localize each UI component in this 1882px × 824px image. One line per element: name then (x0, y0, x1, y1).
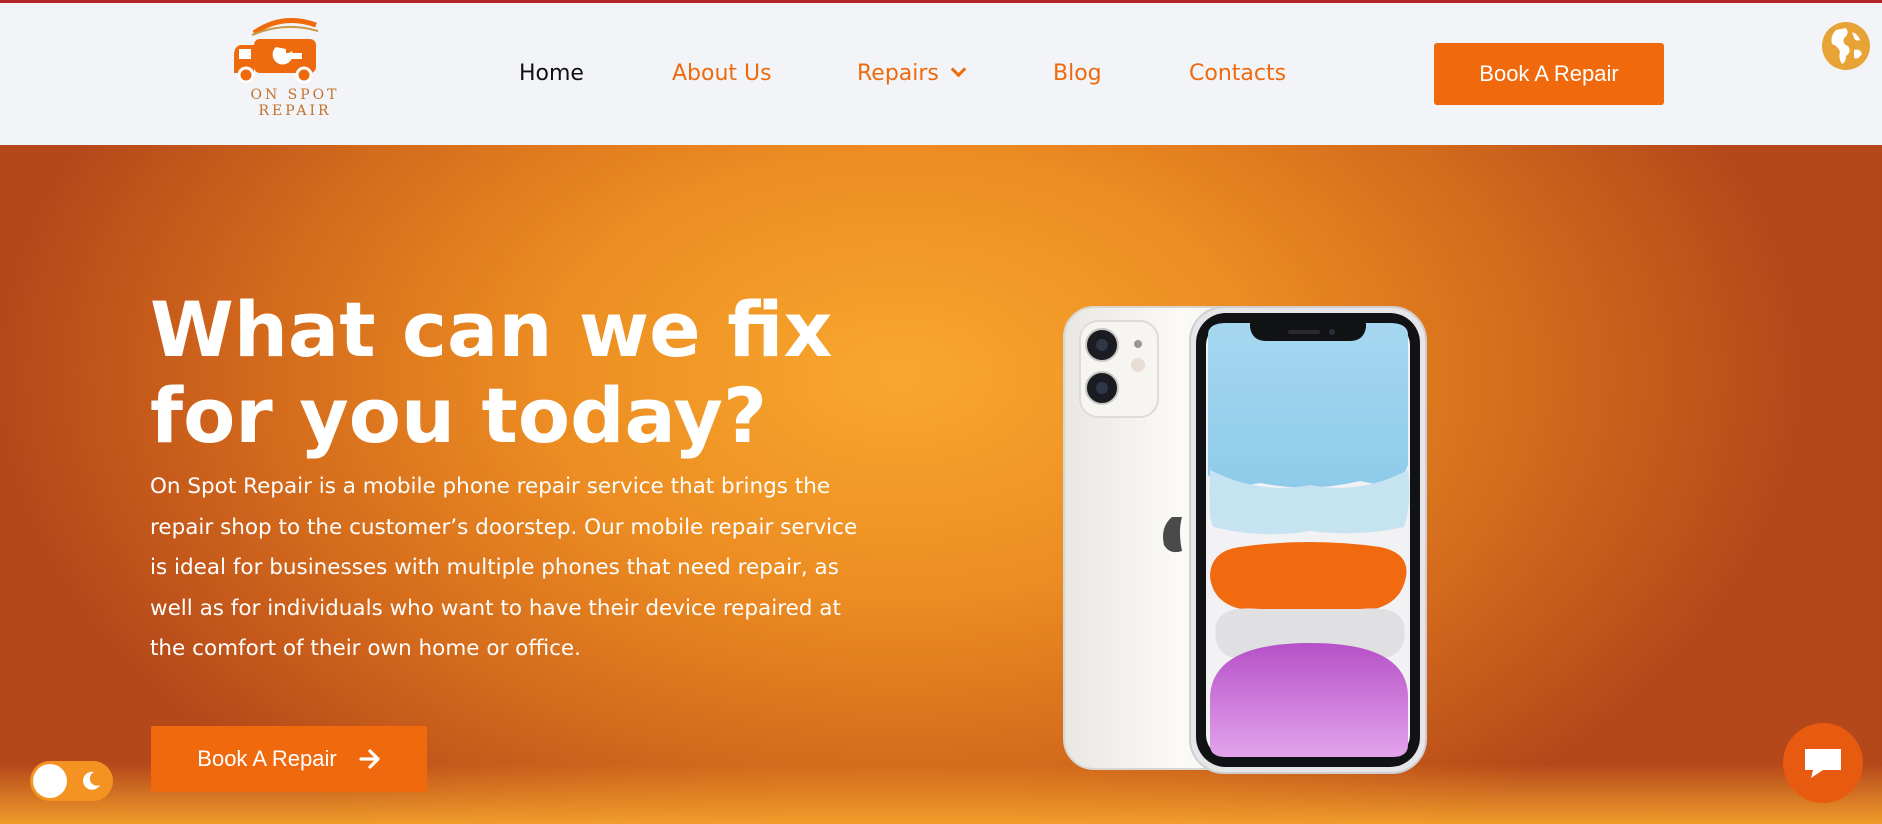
nav-blog[interactable]: Blog (1053, 61, 1102, 86)
van-wrench-logo-icon (234, 18, 319, 84)
nav-repairs-label: Repairs (857, 61, 939, 86)
moon-icon (83, 771, 100, 790)
chat-button[interactable] (1783, 723, 1863, 803)
hero-book-repair-button[interactable]: Book A Repair (151, 726, 427, 792)
nav-about-us[interactable]: About Us (672, 61, 772, 86)
hero-book-repair-label: Book A Repair (197, 746, 337, 771)
hero-title-line1: What can we fix (150, 285, 833, 374)
nav-repairs[interactable]: Repairs (857, 61, 967, 86)
toggle-knob (33, 764, 67, 798)
chat-bubble-icon (1805, 749, 1841, 778)
site-logo[interactable]: ON SPOT REPAIR (212, 15, 378, 119)
header-book-repair-button[interactable]: Book A Repair (1434, 43, 1664, 105)
logo-text: ON SPOT REPAIR (250, 87, 340, 119)
hero-description: On Spot Repair is a mobile phone repair … (150, 474, 858, 661)
globe-icon[interactable] (1822, 22, 1870, 70)
hero-title-line2: for you today? (150, 371, 768, 460)
hero-title: What can we fix for you today? (150, 287, 850, 459)
nav-contacts[interactable]: Contacts (1189, 61, 1286, 86)
hero-section: What can we fix for you today? On Spot R… (0, 145, 1882, 824)
arrow-right-icon (359, 749, 380, 769)
nav-home[interactable]: Home (519, 61, 584, 86)
theme-toggle[interactable] (30, 761, 113, 801)
site-header: ON SPOT REPAIR Home About Us Repairs Blo… (0, 3, 1882, 145)
chevron-down-icon (950, 61, 967, 78)
phone-image (1060, 305, 1430, 777)
